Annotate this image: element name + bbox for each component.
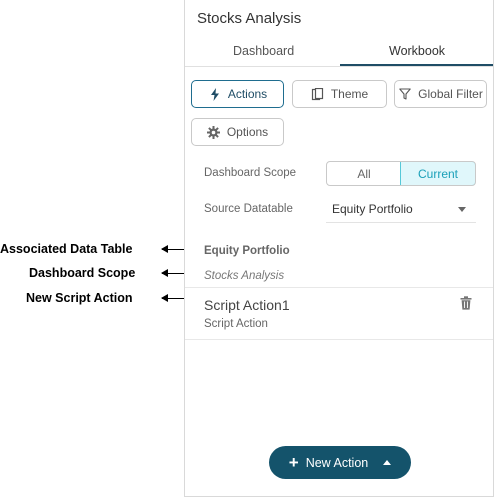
source-datatable-value: Equity Portfolio — [332, 202, 413, 216]
chevron-up-icon — [383, 460, 392, 465]
divider — [185, 287, 493, 288]
actions-button[interactable]: Actions — [191, 80, 284, 108]
workbook-panel: Stocks Analysis Dashboard Workbook Actio… — [184, 0, 494, 497]
options-button-label: Options — [226, 125, 269, 139]
lightning-icon — [208, 87, 222, 101]
active-tab-indicator — [340, 64, 493, 66]
scope-option-current[interactable]: Current — [400, 162, 475, 185]
new-action-label: New Action — [305, 455, 369, 470]
global-filter-button-label: Global Filter — [418, 87, 483, 101]
book-icon — [311, 87, 325, 101]
action-item-type: Script Action — [204, 318, 268, 330]
new-action-button[interactable]: + New Action — [269, 446, 411, 479]
chevron-down-icon — [458, 207, 466, 212]
filter-icon — [398, 87, 412, 101]
panel-title: Stocks Analysis — [197, 10, 302, 27]
global-filter-button[interactable]: Global Filter — [394, 80, 487, 108]
gear-icon — [207, 125, 221, 139]
tab-workbook[interactable]: Workbook — [389, 44, 445, 58]
scope-option-all[interactable]: All — [327, 162, 401, 185]
dashboard-scope-toggle: All Current — [326, 161, 476, 186]
annotation-new-script-action: New Script Action — [26, 291, 133, 305]
actions-button-label: Actions — [227, 87, 268, 101]
options-button[interactable]: Options — [191, 118, 284, 146]
trash-icon[interactable] — [460, 296, 472, 310]
dashboard-scope-label: Dashboard Scope — [204, 167, 297, 179]
source-datatable-select[interactable]: Equity Portfolio — [326, 196, 476, 223]
panel-tabs: Dashboard Workbook — [185, 38, 493, 67]
source-datatable-label: Source Datatable — [204, 203, 293, 215]
annotation-associated-data-table: Associated Data Table — [0, 242, 133, 256]
action-item-name[interactable]: Script Action1 — [204, 297, 290, 313]
plus-icon: + — [288, 453, 299, 472]
dashboard-scope-name: Stocks Analysis — [204, 270, 285, 282]
annotation-dashboard-scope: Dashboard Scope — [29, 266, 136, 280]
theme-button-label: Theme — [330, 87, 369, 101]
theme-button[interactable]: Theme — [292, 80, 387, 108]
associated-data-table: Equity Portfolio — [204, 245, 290, 257]
tab-dashboard[interactable]: Dashboard — [233, 44, 294, 58]
divider — [185, 339, 493, 340]
